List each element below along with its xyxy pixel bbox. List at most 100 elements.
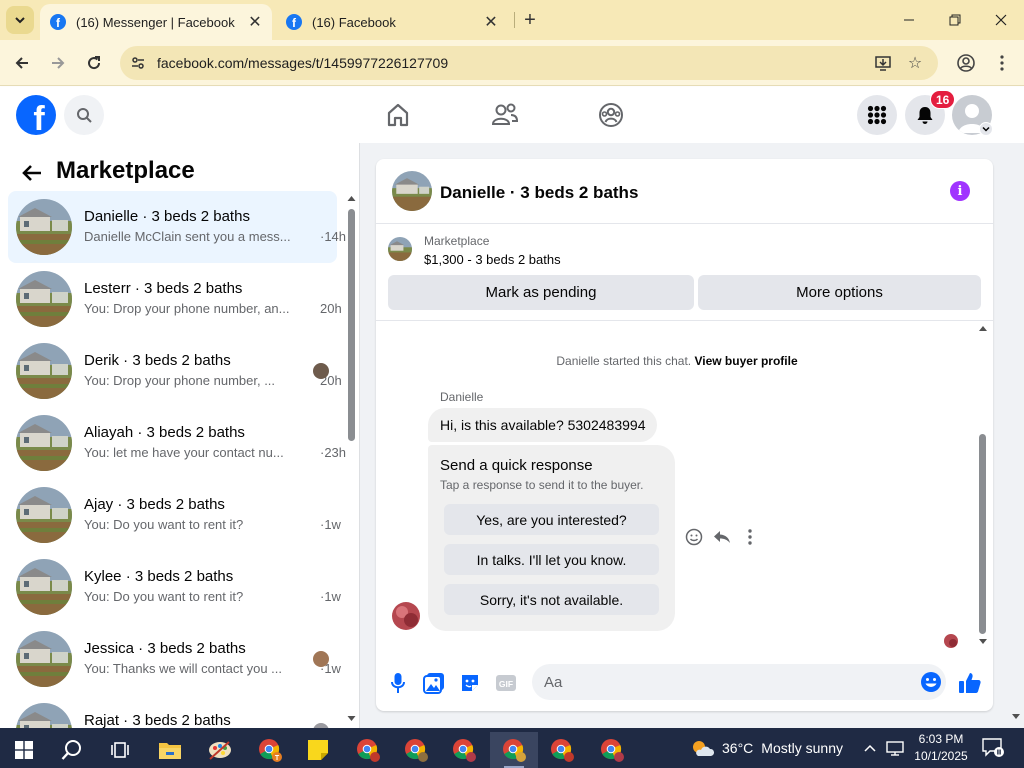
quick-response-not-available-button[interactable]: Sorry, it's not available. (444, 584, 659, 615)
house-photo (392, 171, 432, 211)
chat-title: Danielle · 3 beds 2 baths (440, 183, 639, 202)
chrome-icon (357, 739, 380, 762)
chrome-profile-3-app[interactable] (396, 732, 436, 768)
quick-response-yes-button[interactable]: Yes, are you interested? (444, 504, 659, 535)
account-chevron-icon[interactable] (979, 122, 993, 136)
close-window-button[interactable] (978, 0, 1024, 40)
menu-button[interactable] (857, 95, 897, 135)
system-clock[interactable]: 6:03 PM 10/1/2025 (908, 731, 974, 765)
seen-by-avatar (944, 634, 958, 648)
grid-menu-icon (867, 105, 887, 125)
listing-thumbnail[interactable] (392, 171, 432, 211)
reload-button[interactable] (80, 49, 108, 77)
home-nav[interactable] (382, 99, 414, 131)
sticky-notes-app[interactable] (298, 732, 338, 768)
conversation-item[interactable]: Lesterr · 3 beds 2 baths You: Drop your p… (8, 263, 342, 335)
bookmark-star-icon[interactable]: ☆ (906, 54, 924, 72)
url-text: facebook.com/messages/t/1459977226127709 (157, 55, 449, 71)
photo-gallery-icon[interactable] (422, 671, 446, 695)
listing-thumbnail[interactable] (388, 237, 412, 261)
groups-nav[interactable] (595, 99, 627, 131)
more-actions-icon[interactable] (740, 527, 760, 547)
scroll-up-arrow-icon[interactable] (978, 324, 988, 332)
incoming-message[interactable]: Hi, is this available? 5302483994 (428, 408, 658, 442)
site-settings-icon[interactable] (130, 55, 146, 71)
scroll-up-arrow-icon[interactable] (347, 195, 356, 202)
thumbs-up-icon[interactable] (958, 671, 982, 695)
view-buyer-profile-link[interactable]: View buyer profile (694, 354, 797, 368)
chrome-profile-5-app-active[interactable] (490, 732, 538, 768)
conversation-item[interactable]: Rajat · 3 beds 2 baths (8, 695, 337, 728)
address-bar[interactable]: facebook.com/messages/t/1459977226127709… (120, 46, 938, 80)
listing-thumbnail (16, 415, 72, 471)
conversation-time: 20h (320, 301, 342, 316)
quick-response-in-talks-button[interactable]: In talks. I'll let you know. (444, 544, 659, 575)
taskbar-search-button[interactable] (52, 732, 92, 768)
weather-widget[interactable]: 36°C Mostly sunny (690, 728, 843, 768)
palette-icon (209, 741, 231, 760)
chat-scrollbar[interactable] (977, 324, 989, 649)
conversation-item[interactable]: Kylee · 3 beds 2 baths You: Do you want t… (8, 551, 341, 623)
gif-icon[interactable]: GIF (494, 671, 518, 695)
chrome-profile-1-app[interactable]: T (250, 732, 290, 768)
task-view-icon (111, 742, 129, 758)
paint-app[interactable] (200, 732, 240, 768)
message-input[interactable]: Aa (532, 664, 946, 700)
back-button[interactable] (8, 49, 36, 77)
chrome-profile-4-app[interactable] (444, 732, 484, 768)
minimize-button[interactable] (886, 0, 932, 40)
clock-time: 6:03 PM (918, 732, 964, 746)
facebook-logo-icon[interactable]: f (16, 95, 56, 135)
task-view-button[interactable] (100, 732, 140, 768)
scroll-down-arrow-icon[interactable] (978, 638, 988, 646)
emoji-icon[interactable] (920, 671, 942, 693)
profile-icon[interactable] (954, 51, 978, 75)
scrollbar-thumb[interactable] (979, 434, 986, 634)
close-icon[interactable]: ✕ (480, 11, 502, 33)
buyer-avatar (313, 651, 329, 667)
install-app-icon[interactable] (874, 54, 892, 72)
conversation-item[interactable]: Aliayah · 3 beds 2 baths You: let me have… (8, 407, 346, 479)
mark-as-pending-button[interactable]: Mark as pending (388, 275, 694, 310)
conversation-item[interactable]: Derik · 3 beds 2 baths You: Drop your pho… (8, 335, 342, 407)
friends-nav[interactable] (489, 99, 521, 131)
sender-avatar[interactable] (392, 602, 420, 630)
forward-button[interactable] (44, 49, 72, 77)
file-explorer-app[interactable] (150, 732, 190, 768)
chrome-profile-6-app[interactable] (542, 732, 582, 768)
chrome-profile-7-app[interactable] (592, 732, 632, 768)
search-button[interactable] (64, 95, 104, 135)
close-icon[interactable]: ✕ (244, 11, 266, 33)
listing-price[interactable]: $1,300 - 3 beds 2 baths (424, 252, 561, 267)
scroll-down-arrow-icon[interactable] (347, 715, 356, 722)
scrollbar-thumb[interactable] (348, 209, 355, 441)
conversation-item[interactable]: Ajay · 3 beds 2 baths You: Do you want to… (8, 479, 341, 551)
house-photo (16, 703, 72, 728)
conversation-item[interactable]: Danielle · 3 beds 2 baths Danielle McClai… (8, 191, 346, 263)
react-emoji-icon[interactable] (684, 527, 704, 547)
restore-button[interactable] (932, 0, 978, 40)
show-hidden-icons-button[interactable] (860, 728, 880, 768)
back-button[interactable] (20, 161, 44, 185)
chrome-profile-2-app[interactable] (348, 732, 388, 768)
conversation-preview: You: Thanks we will contact you ... (84, 661, 282, 676)
chevron-down-icon (15, 17, 25, 24)
microphone-icon[interactable] (386, 671, 410, 695)
sticker-icon[interactable] (458, 671, 482, 695)
new-tab-button[interactable]: + (518, 8, 542, 32)
tab-search-button[interactable] (6, 6, 34, 34)
conversation-item[interactable]: Jessica · 3 beds 2 baths You: Thanks we w… (8, 623, 341, 695)
scroll-down-arrow-icon[interactable] (1011, 713, 1021, 721)
start-button[interactable] (4, 732, 44, 768)
message-composer: GIF Aa (376, 659, 993, 711)
browser-menu-icon[interactable] (990, 51, 1014, 75)
info-icon[interactable]: i (950, 181, 970, 201)
tab-facebook[interactable]: f (16) Facebook ✕ (276, 4, 508, 40)
notification-center-button[interactable] (982, 738, 1004, 758)
chrome-icon (453, 739, 476, 762)
conversation-list-scrollbar[interactable] (347, 195, 356, 725)
tab-messenger[interactable]: f (16) Messenger | Facebook ✕ (40, 4, 272, 40)
reply-icon[interactable] (712, 527, 732, 547)
more-options-button[interactable]: More options (698, 275, 981, 310)
network-button[interactable] (884, 728, 906, 768)
